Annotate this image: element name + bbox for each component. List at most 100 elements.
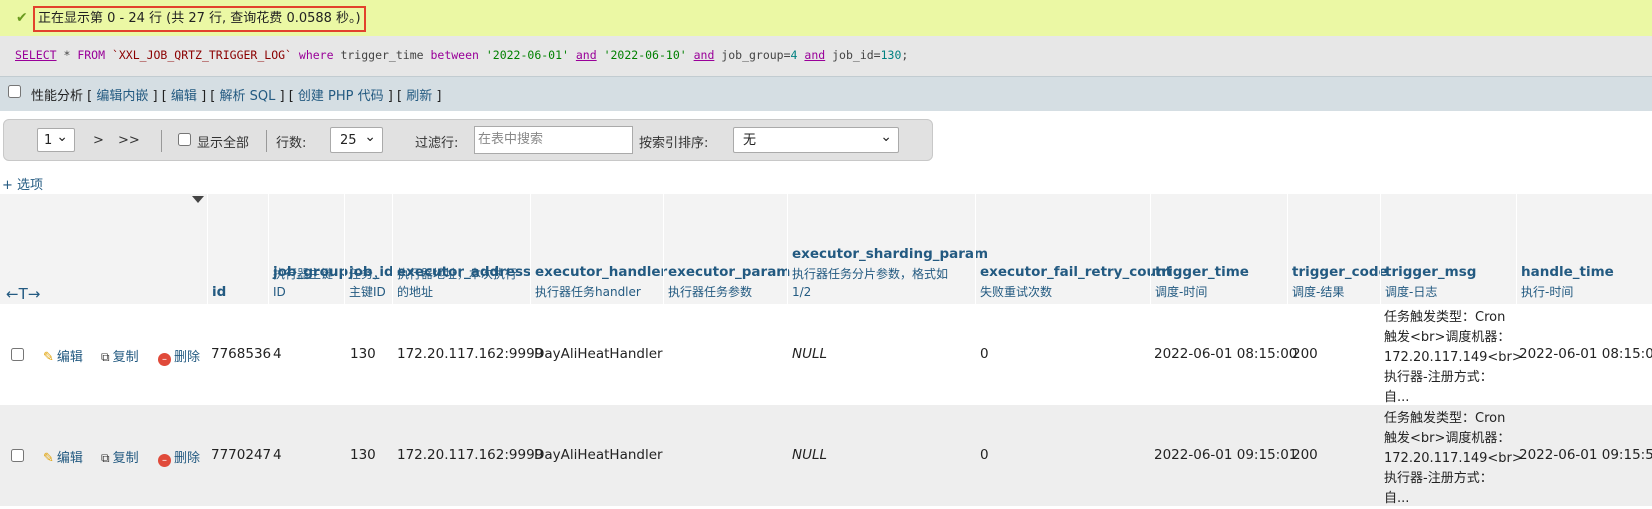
sort-down-icon[interactable]: [192, 196, 204, 203]
last-page-button[interactable]: >>: [118, 133, 140, 148]
column-comment: 执行器任务handler: [535, 285, 641, 299]
edit-inline-link[interactable]: 编辑内嵌: [96, 89, 148, 104]
msg-line: 自...: [1384, 491, 1410, 506]
column-name: handle_time: [1521, 264, 1614, 280]
column-header-id[interactable]: id: [207, 194, 268, 304]
column-header-executor-param[interactable]: executor_param 执行器任务参数: [663, 194, 791, 304]
sql-part: trigger_time: [333, 48, 431, 62]
column-header-handle-time[interactable]: handle_time 执行-时间: [1516, 194, 1652, 304]
sql-query-bar: SELECT * FROM `XXL_JOB_QRTZ_TRIGGER_LOG`…: [0, 36, 1652, 76]
navigation-bar: 1 > >> 显示全部 行数: 25 过滤行: 在表中搜索 按索引排序: 无: [3, 119, 933, 161]
delete-row-button[interactable]: – 删除: [158, 346, 200, 366]
copy-icon: ⧉: [101, 350, 110, 364]
column-header-trigger-msg[interactable]: trigger_msg 调度-日志: [1380, 194, 1516, 304]
filter-label: 过滤行:: [415, 136, 459, 151]
table-row[interactable]: ✎ 编辑 ⧉ 复制 – 删除 7770247 4 130 172.20.117.162…: [0, 405, 1652, 506]
cell-trigger-time[interactable]: 2022-06-01 09:15:01: [1154, 447, 1297, 463]
cell-job-id[interactable]: 130: [350, 447, 376, 463]
column-comment: 执行器任务参数: [668, 285, 753, 299]
filter-search-input[interactable]: 在表中搜索: [474, 126, 633, 154]
create-php-link[interactable]: 创建 PHP 代码: [298, 89, 384, 104]
sql-part: job_group=: [714, 48, 791, 62]
cell-executor-sharding-param[interactable]: NULL: [792, 346, 827, 362]
pencil-icon: ✎: [43, 350, 54, 365]
cell-executor-address[interactable]: 172.20.117.162:9999: [397, 346, 543, 362]
cell-executor-address[interactable]: 172.20.117.162:9999: [397, 447, 543, 463]
cell-trigger-msg[interactable]: 任务触发类型：Cron 触发<br>调度机器： 172.20.117.149<b…: [1384, 308, 1523, 408]
divider: [266, 130, 267, 152]
explain-sql-link[interactable]: 解析 SQL: [219, 89, 275, 104]
cell-id[interactable]: 7768536: [211, 346, 271, 362]
rows-select[interactable]: 25: [330, 124, 383, 153]
profiling-checkbox[interactable]: [8, 85, 21, 98]
table-row[interactable]: ✎ 编辑 ⧉ 复制 – 删除 7768536 4 130 172.20.117.162…: [0, 304, 1652, 405]
sql-part: and: [693, 48, 715, 62]
column-name: executor_sharding_param: [792, 246, 989, 262]
cell-trigger-msg[interactable]: 任务触发类型：Cron 触发<br>调度机器： 172.20.117.149<b…: [1384, 409, 1523, 509]
sql-part: where: [298, 48, 334, 62]
row-checkbox[interactable]: [11, 348, 24, 361]
sql-part: between: [430, 48, 479, 62]
column-comment: 执行-时间: [1521, 285, 1574, 299]
sql-query[interactable]: SELECT * FROM `XXL_JOB_QRTZ_TRIGGER_LOG`…: [15, 48, 908, 62]
column-header-trigger-code[interactable]: trigger_code 调度-结果: [1287, 194, 1388, 304]
cell-executor-handler[interactable]: DayAliHeatHandler: [534, 346, 663, 362]
copy-row-button[interactable]: ⧉ 复制: [101, 346, 139, 365]
sort-select[interactable]: 无: [733, 124, 899, 153]
msg-line: 172.20.117.149<br>: [1384, 451, 1523, 466]
edit-row-button[interactable]: ✎ 编辑: [43, 346, 83, 365]
page-select[interactable]: 1: [37, 125, 75, 152]
edit-link[interactable]: 编辑: [171, 89, 197, 104]
rows-label: 行数:: [276, 136, 307, 151]
cell-trigger-code[interactable]: 200: [1292, 447, 1318, 463]
column-header-job-id[interactable]: job_id 任务，主键ID: [344, 194, 394, 304]
options-link[interactable]: + 选项: [2, 174, 43, 193]
cell-handle-time[interactable]: 2022-06-01 08:15:02: [1519, 346, 1652, 362]
column-comment: 执行器主键ID: [273, 267, 334, 299]
edit-row-button[interactable]: ✎ 编辑: [43, 447, 83, 466]
edit-label: 编辑: [56, 451, 83, 466]
next-page-button[interactable]: >: [93, 133, 104, 148]
column-header-executor-handler[interactable]: executor_handler 执行器任务handler: [530, 194, 667, 304]
column-name: executor_handler: [535, 264, 668, 280]
cell-handle-time[interactable]: 2022-06-01 09:15:55: [1519, 447, 1652, 463]
column-name: trigger_code: [1292, 264, 1388, 280]
copy-icon: ⧉: [101, 451, 110, 465]
column-header-executor-address[interactable]: executor_address 执行器地址，本次执行的地址: [392, 194, 531, 304]
delete-icon: –: [158, 454, 171, 467]
cell-job-group[interactable]: 4: [273, 447, 282, 463]
cell-job-group[interactable]: 4: [273, 346, 282, 362]
success-message: 正在显示第 0 - 24 行 (共 27 行, 查询花费 0.0588 秒。): [33, 6, 366, 32]
sql-part: SELECT: [15, 48, 57, 62]
column-name: trigger_msg: [1385, 264, 1477, 280]
sql-part: *: [56, 48, 78, 62]
cell-executor-sharding-param[interactable]: NULL: [792, 447, 827, 463]
column-resize-icon[interactable]: ←T→: [6, 285, 40, 303]
cell-trigger-code[interactable]: 200: [1292, 346, 1318, 362]
cell-trigger-time[interactable]: 2022-06-01 08:15:00: [1154, 346, 1297, 362]
msg-line: 执行器-注册方式：: [1384, 471, 1493, 486]
column-name: executor_param: [668, 264, 791, 280]
cell-executor-fail-retry-count[interactable]: 0: [980, 447, 989, 463]
edit-label: 编辑: [56, 350, 83, 365]
column-name: trigger_time: [1155, 264, 1249, 280]
copy-row-button[interactable]: ⧉ 复制: [101, 447, 139, 466]
column-header-trigger-time[interactable]: trigger_time 调度-时间: [1150, 194, 1287, 304]
column-header-job-group[interactable]: job_group 执行器主键ID: [268, 194, 348, 304]
refresh-link[interactable]: 刷新: [406, 89, 432, 104]
column-comment: 执行器任务分片参数，格式如 1/2: [792, 267, 949, 299]
msg-line: 任务触发类型：Cron: [1384, 310, 1506, 325]
cell-job-id[interactable]: 130: [350, 346, 376, 362]
column-header-executor-sharding-param[interactable]: executor_sharding_param 执行器任务分片参数，格式如 1/…: [787, 194, 988, 304]
delete-row-button[interactable]: – 删除: [158, 447, 200, 467]
show-all-checkbox[interactable]: [178, 133, 191, 146]
msg-line: 执行器-注册方式：: [1384, 370, 1493, 385]
column-comment: 调度-日志: [1385, 285, 1438, 299]
sql-part: job_id=: [825, 48, 881, 62]
cell-id[interactable]: 7770247: [211, 447, 271, 463]
msg-line: 任务触发类型：Cron: [1384, 411, 1506, 426]
column-header-executor-fail-retry-count[interactable]: executor_fail_retry_count 失败重试次数: [975, 194, 1172, 304]
cell-executor-handler[interactable]: DayAliHeatHandler: [534, 447, 663, 463]
cell-executor-fail-retry-count[interactable]: 0: [980, 346, 989, 362]
row-checkbox[interactable]: [11, 449, 24, 462]
